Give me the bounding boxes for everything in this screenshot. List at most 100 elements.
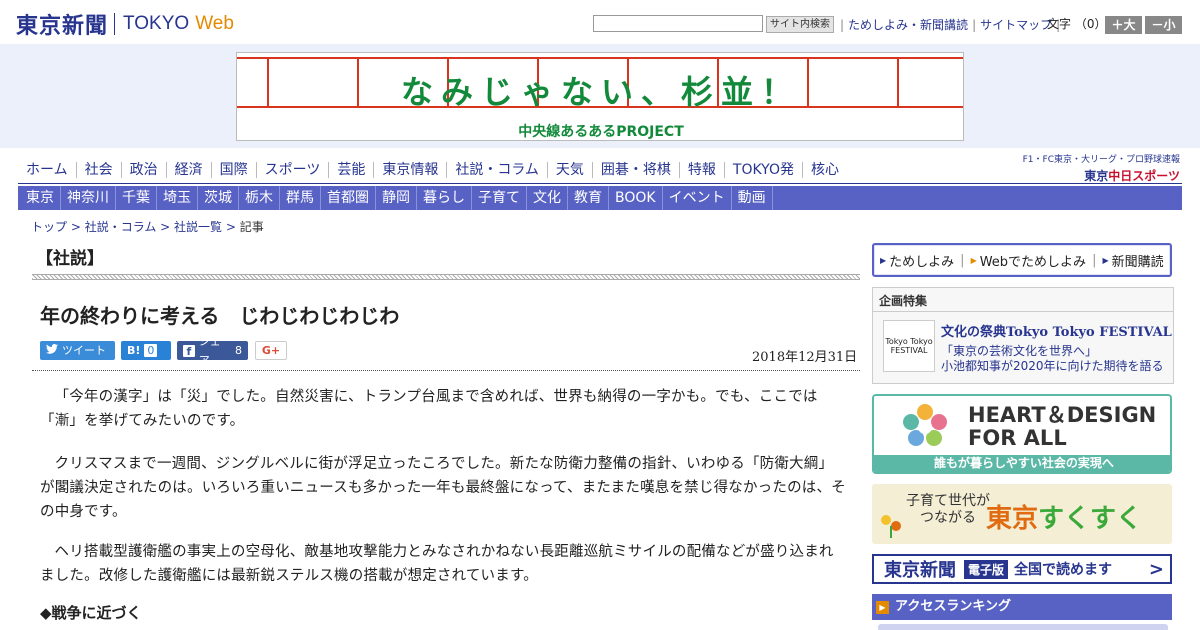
feature-desc-line: 小池都知事が2020年に向けた期待を語る [941,359,1164,373]
nav-politics[interactable]: 政治 [120,162,166,178]
web-trial-read-link[interactable]: Webでためしよみ [980,251,1086,270]
font-smaller-button[interactable]: －小 [1145,16,1182,34]
breadcrumb-editorial-list[interactable]: 社説一覧 [174,220,222,234]
facebook-share-button[interactable]: f シェア 8 [177,335,248,367]
kosodate-subtitle: 子育て世代が つながる [906,493,990,527]
sports-small-text: F1・FC東京・大リーグ・プロ野球速報 [1022,155,1180,165]
access-ranking-header: ▶ アクセスランキング [872,594,1172,620]
region-culture[interactable]: 文化 [527,186,568,210]
sports-logo-main: 中日スポーツ [1108,169,1180,183]
breadcrumb-separator: > [222,220,240,234]
flower-logo-icon [903,404,947,446]
site-logo[interactable]: 東京新聞 TOKYO Web [16,9,234,39]
digital-edition-text: 全国で読めます [1014,562,1113,578]
site-search-button[interactable]: サイト内検索 [766,16,834,33]
feature-title-link[interactable]: 文化の祭典Tokyo Tokyo FESTIVAL [941,321,1172,340]
heart-design-footer: 誰もが暮らしやすい社会の実現へ [874,455,1170,472]
feature-box: 企画特集 Tokyo Tokyo FESTIVAL 文化の祭典Tokyo Tok… [872,287,1174,384]
header-links-divider: | [840,17,845,32]
region-shizuoka[interactable]: 静岡 [376,186,417,210]
nav-sports[interactable]: スポーツ [255,162,329,178]
facebook-share-label: シェア [198,334,221,367]
banner-title: なみじゃない、杉並！ [400,73,801,111]
region-saitama[interactable]: 埼玉 [157,186,198,210]
trial-subscribe-link[interactable]: ためしよみ・新聞講読 [848,16,968,33]
trial-read-link[interactable]: ためしよみ [889,251,954,270]
nav-society[interactable]: 社会 [75,162,121,178]
breadcrumb: トップ > 社説・コラム > 社説一覧 > 記事 [31,218,264,235]
feature-divider [873,311,1173,312]
heart-design-banner[interactable]: HEART＆DESIGN FOR ALL 誰もが暮らしやすい社会の実現へ [872,394,1172,474]
kosodate-title: 東京すくすく [986,498,1142,535]
nav-kakushin[interactable]: 核心 [801,162,847,178]
heart-design-title: HEART＆DESIGN FOR ALL [968,404,1156,450]
nav-weather[interactable]: 天気 [546,162,592,178]
subscribe-box: ▶ ためしよみ | ▶ Webでためしよみ | ▶ 新聞購読 [872,243,1172,277]
region-chiba[interactable]: 千葉 [116,186,157,210]
nav-editorial-column[interactable]: 社説・コラム [446,162,547,178]
digital-edition-logo: 東京新聞 [884,560,956,581]
breadcrumb-separator: > [156,220,175,234]
feature-description: 「東京の芸術文化を世界へ」 小池都知事が2020年に向けた期待を語る [941,344,1164,374]
feature-thumbnail[interactable]: Tokyo Tokyo FESTIVAL [883,320,935,372]
region-shutoken[interactable]: 首都圏 [321,186,376,210]
tokyo-sukusuku-banner[interactable]: 子育て世代が つながる 東京すくすく [872,484,1172,544]
region-living[interactable]: 暮らし [417,186,472,210]
region-ibaraki[interactable]: 茨城 [198,186,239,210]
region-event[interactable]: イベント [663,186,732,210]
flower-icon [881,515,901,538]
header-links: | ためしよみ・新聞講読 | サイトマップ | [836,16,1064,33]
search-input[interactable] [593,15,763,32]
sports-logo-prefix: 東京 [1084,169,1109,183]
kosodate-subtitle-line: つながる [920,510,976,526]
nav-go-shogi[interactable]: 囲碁・将棋 [591,162,679,178]
hatena-bookmark-button[interactable]: B! 0 [121,341,171,360]
article-paragraph: 「今年の漢字」は「災」でした。自然災害に、トランプ台風まで含めれば、世界も納得の… [40,389,818,429]
hatena-icon: B! [127,344,141,357]
digital-edition-banner[interactable]: 東京新聞 電子版 全国で読めます > [872,554,1172,584]
font-size-count: （0） [1074,17,1107,31]
nav-international[interactable]: 国際 [210,162,256,178]
triangle-right-icon: ▶ [970,255,977,265]
region-tochigi[interactable]: 栃木 [239,186,280,210]
region-tokyo[interactable]: 東京 [18,186,61,210]
digital-edition-tag: 電子版 [964,559,1009,579]
font-size-label: 文字 （0） [1047,16,1106,33]
nav-tokyo-info[interactable]: 東京情報 [373,162,446,178]
region-kanagawa[interactable]: 神奈川 [61,186,116,210]
ranking-tabs[interactable] [878,624,1168,630]
region-parenting[interactable]: 子育て [472,186,527,210]
ad-banner[interactable]: なみじゃない、杉並！ 中央線あるあるPROJECT [236,52,964,141]
tweet-label: ツイート [62,344,106,357]
tweet-button[interactable]: ツイート [40,341,115,360]
nav-tokyo-hatsu[interactable]: TOKYO発 [723,162,802,178]
nav-entertainment[interactable]: 芸能 [328,162,373,178]
region-gunma[interactable]: 群馬 [280,186,321,210]
logo-web: Web [195,13,234,34]
nav-economy[interactable]: 経済 [165,162,211,178]
heart-design-title-line: HEART＆DESIGN [968,403,1157,427]
region-education[interactable]: 教育 [568,186,609,210]
google-plus-button[interactable]: G+ [255,341,287,360]
chunichi-sports-link[interactable]: F1・FC東京・大リーグ・プロ野球速報 東京中日スポーツ [1022,152,1180,184]
banner-rail-top [237,57,963,59]
facebook-share-count: 8 [235,344,242,357]
heading-rule [32,274,860,280]
subscribe-link[interactable]: 新聞購読 [1112,251,1164,270]
nav-divider [18,183,1182,184]
font-size-text: 文字 [1047,17,1072,31]
chevron-right-icon: > [1148,558,1164,580]
breadcrumb-editorial-column[interactable]: 社説・コラム [85,220,157,234]
nav-tokuho[interactable]: 特報 [678,162,724,178]
region-book[interactable]: BOOK [609,186,663,210]
region-video[interactable]: 動画 [732,186,773,210]
sitemap-link[interactable]: サイトマップ [980,16,1052,33]
article-title: 年の終わりに考える じわじわじわじわ [40,304,400,328]
sports-logo: 東京中日スポーツ [1022,167,1180,184]
article-paragraph: ヘリ搭載型護衛艦の事実上の空母化、敵基地攻撃能力とみなされかねない長距離巡航ミサ… [40,544,834,584]
font-larger-button[interactable]: ＋大 [1105,16,1142,34]
kosodate-title-prefix: 東京 [986,504,1039,534]
nav-home[interactable]: ホーム [18,162,76,178]
breadcrumb-top[interactable]: トップ [31,220,67,234]
breadcrumb-current: 記事 [239,220,264,234]
